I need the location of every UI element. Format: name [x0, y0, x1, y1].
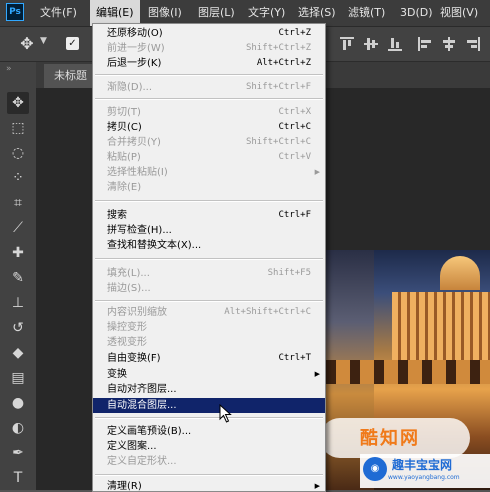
menu-item-spell-check[interactable]: 拼写检查(H)... — [93, 223, 325, 238]
menu-item-undo[interactable]: 还原移动(O) Ctrl+Z — [93, 26, 325, 41]
menu-item-cut[interactable]: 剪切(T) Ctrl+X — [93, 105, 325, 120]
healing-icon[interactable]: ✚ — [7, 242, 29, 264]
menu-item-fade[interactable]: 渐隐(D)... Shift+Ctrl+F — [93, 80, 325, 95]
quick-select-icon[interactable]: ⁘ — [7, 167, 29, 189]
menu-item-transform[interactable]: 变换 ▶ — [93, 367, 325, 382]
marquee-icon[interactable]: ⬚ — [7, 117, 29, 139]
align-vcenter-icon[interactable] — [364, 37, 378, 51]
eyedropper-icon[interactable]: ⟋ — [7, 217, 29, 239]
menu-filter[interactable]: 滤镜(T) — [342, 0, 391, 26]
menu-item-define-custom-shape[interactable]: 定义自定形状... — [93, 454, 325, 469]
menu-separator — [95, 98, 323, 100]
watermark-site-title: 趣丰宝宝网 — [392, 458, 453, 472]
clone-stamp-icon[interactable]: ⊥ — [7, 292, 29, 314]
menu-item-fill[interactable]: 填充(L)... Shift+F5 — [93, 266, 325, 281]
bridge-shape — [326, 360, 490, 384]
menu-item-content-aware-scale[interactable]: 内容识别缩放 Alt+Shift+Ctrl+C — [93, 305, 325, 320]
auto-select-checkbox[interactable]: ✓ — [66, 37, 79, 50]
dodge-icon[interactable]: ◐ — [7, 417, 29, 439]
mouse-cursor-icon — [219, 404, 232, 423]
menu-item-define-pattern[interactable]: 定义图案... — [93, 439, 325, 454]
tools-panel: » ✥ ⬚ ◌ ⁘ ⌗ ⟋ ✚ ✎ ⊥ ↺ ◆ ▤ ● ◐ ✒ T — [0, 62, 37, 490]
crop-icon[interactable]: ⌗ — [7, 192, 29, 214]
eraser-icon[interactable]: ◆ — [7, 342, 29, 364]
menu-separator — [95, 200, 323, 202]
menu-separator — [95, 258, 323, 260]
align-hcenter-icon[interactable] — [442, 37, 456, 51]
menu-separator — [95, 74, 323, 76]
palace-shape — [392, 292, 490, 362]
menu-item-paste-special[interactable]: 选择性粘贴(I) ▶ — [93, 165, 325, 180]
menu-item-search[interactable]: 搜索 Ctrl+F — [93, 208, 325, 223]
photoshop-logo: Ps — [6, 3, 24, 21]
menu-item-step-backward[interactable]: 后退一步(K) Alt+Ctrl+Z — [93, 56, 325, 71]
menu-separator — [95, 300, 323, 302]
watermark-site-icon: ◉ — [363, 457, 387, 481]
watermark-brand: 酷知网 — [360, 428, 420, 449]
align-bottom-icon[interactable] — [388, 37, 402, 51]
menu-item-clear[interactable]: 清除(E) — [93, 180, 325, 195]
watermark-site-url: www.yaoyangbang.com — [388, 474, 460, 481]
align-left-icon[interactable] — [418, 37, 432, 51]
menu-3d[interactable]: 3D(D) — [394, 0, 439, 26]
menu-item-copy-merged[interactable]: 合并拷贝(Y) Shift+Ctrl+C — [93, 135, 325, 150]
type-icon[interactable]: T — [7, 467, 29, 489]
brush-icon[interactable]: ✎ — [7, 267, 29, 289]
menu-item-define-brush[interactable]: 定义画笔预设(B)... — [93, 424, 325, 439]
submenu-arrow-icon: ▶ — [314, 482, 320, 490]
menu-separator — [95, 417, 323, 419]
history-brush-icon[interactable]: ↺ — [7, 317, 29, 339]
menu-item-paste[interactable]: 粘贴(P) Ctrl+V — [93, 150, 325, 165]
align-top-icon[interactable] — [340, 37, 354, 51]
menu-item-auto-align-layers[interactable]: 自动对齐图层... — [93, 382, 325, 397]
submenu-arrow-icon: ▶ — [314, 370, 320, 378]
chevron-down-icon[interactable]: ▼ — [40, 36, 47, 46]
menu-item-perspective-warp[interactable]: 透视变形 — [93, 335, 325, 350]
menu-item-copy[interactable]: 拷贝(C) Ctrl+C — [93, 120, 325, 135]
menu-item-free-transform[interactable]: 自由变换(F) Ctrl+T — [93, 351, 325, 366]
menu-item-purge[interactable]: 清理(R) ▶ — [93, 479, 325, 491]
menu-item-auto-blend-layers[interactable]: 自动混合图层... — [93, 398, 325, 413]
menu-separator — [95, 474, 323, 476]
lasso-icon[interactable]: ◌ — [7, 142, 29, 164]
edit-menu-dropdown: 还原移动(O) Ctrl+Z 前进一步(W) Shift+Ctrl+Z 后退一步(K… — [92, 23, 326, 492]
gradient-icon[interactable]: ▤ — [7, 367, 29, 389]
tab-document[interactable]: 未标题 — [44, 64, 97, 88]
align-right-icon[interactable] — [466, 37, 480, 51]
pen-icon[interactable]: ✒ — [7, 442, 29, 464]
collapse-icon[interactable]: » — [6, 64, 12, 74]
menu-item-stroke[interactable]: 描边(S)... — [93, 281, 325, 296]
move-tool-icon[interactable]: ✥ — [7, 92, 29, 114]
menu-item-puppet-warp[interactable]: 操控变形 — [93, 320, 325, 335]
menu-item-find-replace[interactable]: 查找和替换文本(X)... — [93, 238, 325, 253]
submenu-arrow-icon: ▶ — [314, 168, 320, 176]
blur-icon[interactable]: ● — [7, 392, 29, 414]
dome-shape — [440, 256, 480, 290]
menu-item-step-forward[interactable]: 前进一步(W) Shift+Ctrl+Z — [93, 41, 325, 56]
menu-file[interactable]: 文件(F) — [34, 0, 83, 26]
menu-view[interactable]: 视图(V) — [434, 0, 484, 26]
move-icon[interactable]: ✥ — [18, 35, 36, 53]
